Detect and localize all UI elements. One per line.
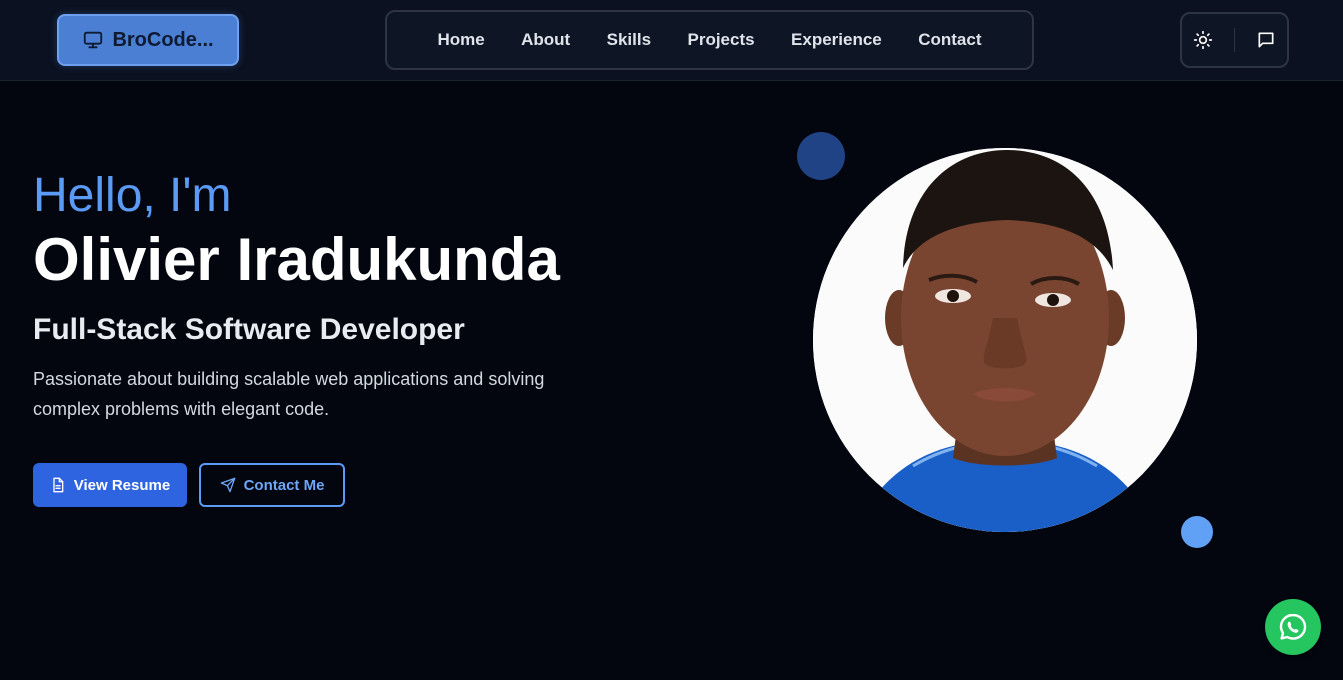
site-header: BroCode... Home About Skills Projects Ex…: [0, 0, 1343, 81]
nav-contact[interactable]: Contact: [918, 30, 981, 50]
profile-photo-illustration: [813, 148, 1197, 532]
hero-name: Olivier Iradukunda: [33, 226, 560, 293]
contact-me-label: Contact Me: [243, 476, 325, 494]
decorative-dot-dark: [797, 132, 845, 180]
chat-button[interactable]: [1254, 28, 1278, 52]
profile-photo: [813, 148, 1197, 532]
nav-experience[interactable]: Experience: [791, 30, 882, 50]
whatsapp-icon: [1279, 613, 1307, 640]
sun-icon: [1194, 30, 1213, 50]
file-text-icon: [53, 477, 64, 493]
whatsapp-button[interactable]: [1265, 599, 1321, 655]
nav-projects[interactable]: Projects: [688, 30, 755, 50]
main-nav: Home About Skills Projects Experience Co…: [385, 10, 1034, 70]
nav-skills[interactable]: Skills: [607, 30, 651, 50]
theme-toggle-button[interactable]: [1191, 28, 1215, 52]
hero-role: Full-Stack Software Developer: [33, 313, 465, 346]
view-resume-button[interactable]: View Resume: [33, 463, 187, 507]
hero-greeting: Hello, I'm: [33, 169, 232, 222]
actions-divider: [1233, 28, 1235, 52]
hero-tagline: Passionate about building scalable web a…: [33, 369, 545, 419]
contact-me-button[interactable]: Contact Me: [199, 463, 345, 507]
header-actions: [1180, 12, 1289, 68]
view-resume-label: View Resume: [73, 476, 171, 494]
nav-home[interactable]: Home: [437, 30, 484, 50]
send-icon: [220, 477, 235, 493]
logo-button[interactable]: BroCode...: [57, 14, 239, 66]
message-square-icon: [1258, 32, 1274, 48]
logo-label: BroCode...: [112, 28, 214, 51]
monitor-icon: [84, 31, 103, 49]
decorative-dot-light: [1181, 516, 1213, 548]
nav-about[interactable]: About: [521, 30, 570, 50]
